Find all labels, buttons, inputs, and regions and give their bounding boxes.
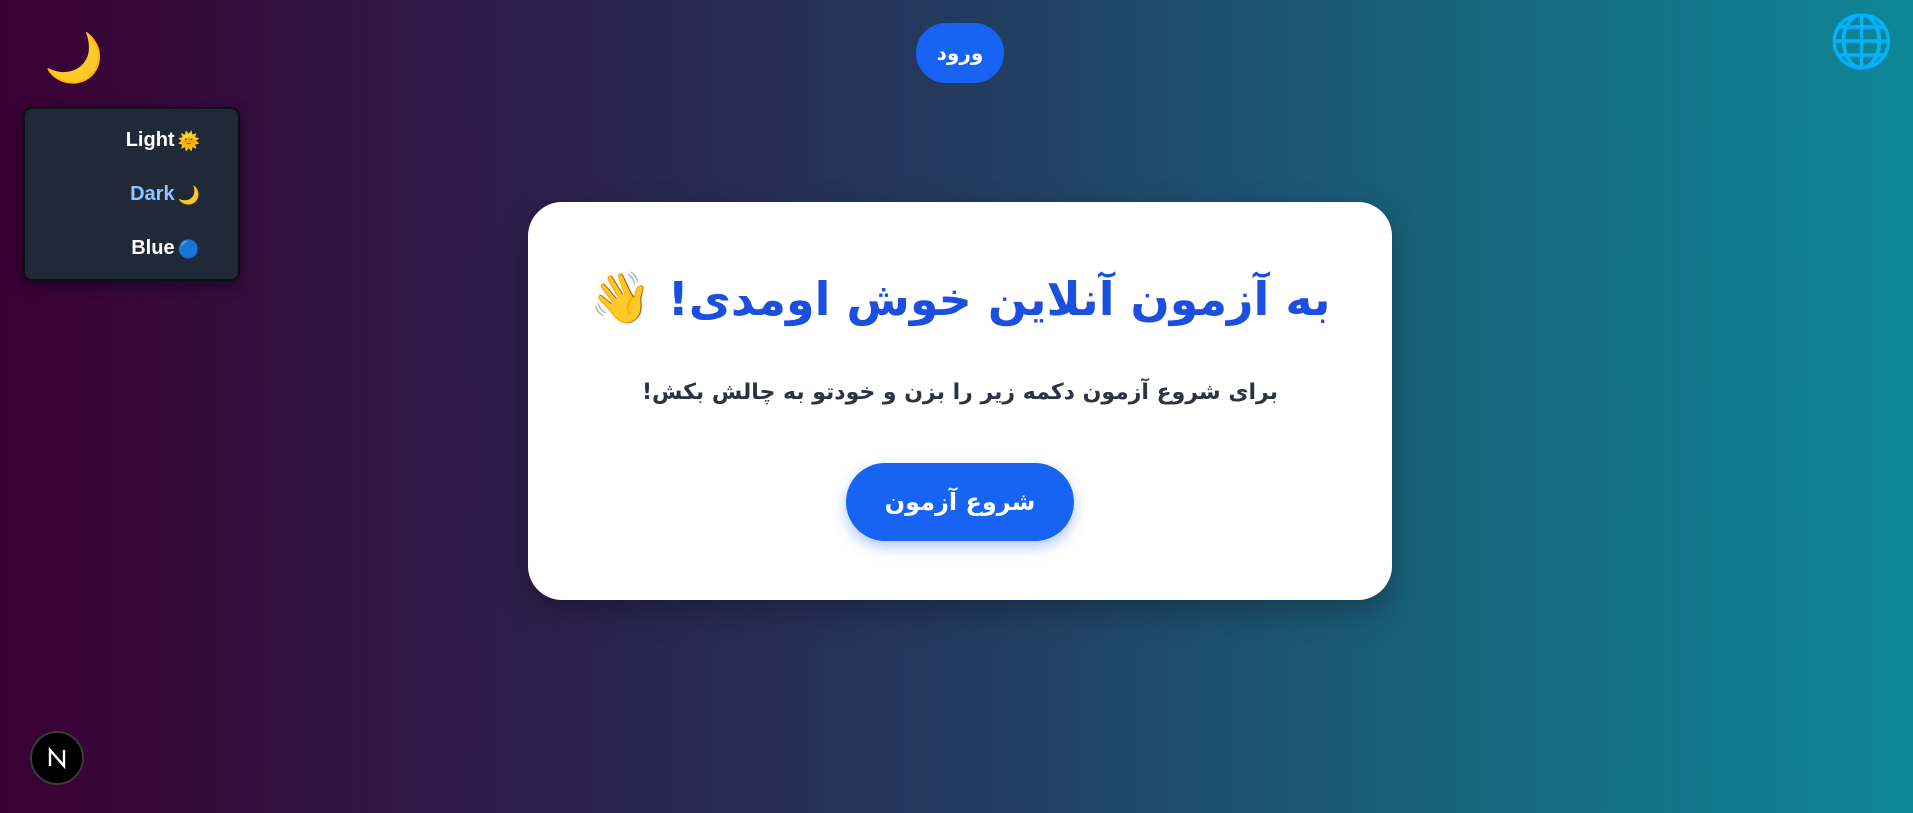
globe-icon[interactable]: 🌐: [1829, 13, 1894, 71]
start-exam-button[interactable]: شروع آزمون: [846, 463, 1074, 541]
theme-option-label: Dark: [130, 183, 175, 205]
blue-circle-icon: 🔵: [177, 238, 200, 259]
moon-icon[interactable]: 🌙: [44, 28, 104, 88]
theme-option-dark[interactable]: Dark 🌙: [130, 183, 200, 206]
welcome-title: به آزمون آنلاین خوش اومدی! 👋: [528, 268, 1392, 328]
moon-icon: 🌙: [177, 184, 200, 205]
welcome-card: به آزمون آنلاین خوش اومدی! 👋 برای شروع آ…: [528, 202, 1392, 600]
theme-option-blue[interactable]: Blue 🔵: [131, 237, 200, 260]
next-logo-icon: [48, 746, 66, 770]
login-button[interactable]: ورود: [916, 23, 1004, 83]
welcome-title-text: به آزمون آنلاین خوش اومدی!: [667, 272, 1331, 326]
theme-option-light[interactable]: Light 🌞: [126, 129, 200, 152]
next-dev-indicator[interactable]: [30, 731, 84, 785]
welcome-subtitle: برای شروع آزمون دکمه زیر را بزن و خودتو …: [642, 380, 1278, 405]
theme-option-label: Blue: [131, 237, 175, 259]
theme-menu: Light 🌞 Dark 🌙 Blue 🔵: [23, 107, 240, 281]
sun-icon: 🌞: [177, 130, 200, 151]
waving-hand-icon: 👋: [589, 269, 652, 327]
theme-option-label: Light: [125, 129, 175, 151]
